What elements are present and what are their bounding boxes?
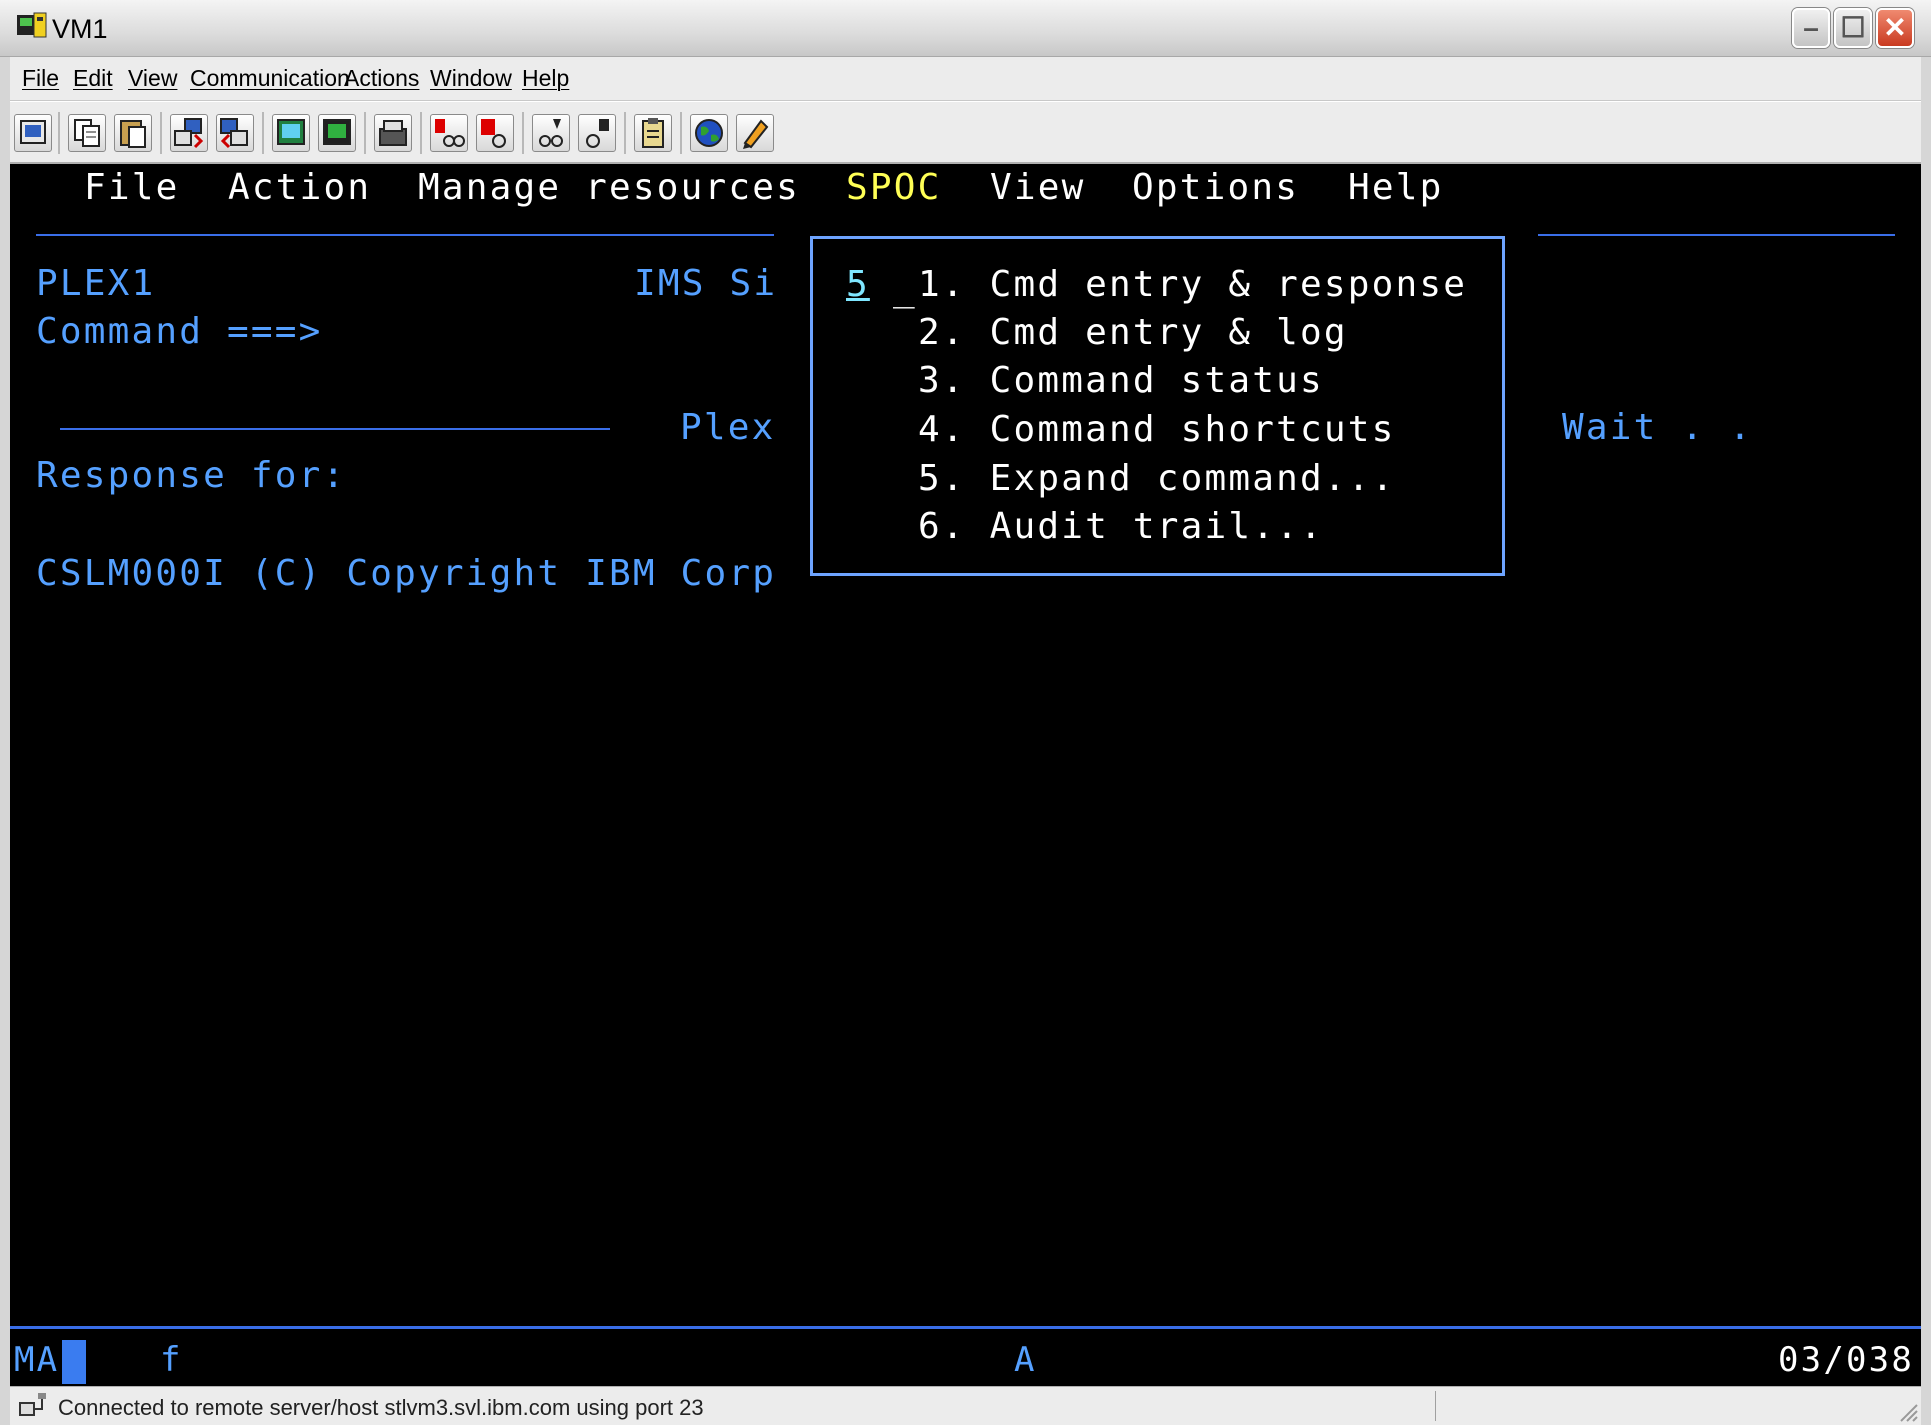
- globe-icon[interactable]: [690, 114, 728, 152]
- oia-session: A: [1014, 1340, 1037, 1380]
- menu-item-expand-command[interactable]: 5. Expand command...: [918, 457, 1395, 501]
- oia-cursor-block: [62, 1340, 86, 1384]
- selection-input[interactable]: 5: [846, 263, 870, 307]
- menu-window[interactable]: Window: [430, 65, 512, 92]
- copy-icon[interactable]: [68, 114, 106, 152]
- spoc-pulldown-menu: 5 _ 1. Cmd entry & response 2. Cmd entry…: [810, 236, 1505, 576]
- macro-icon[interactable]: [374, 114, 412, 152]
- status-pane: [1435, 1391, 1890, 1421]
- play-macro-icon[interactable]: [532, 114, 570, 152]
- menu-item-command-status[interactable]: 3. Command status: [918, 359, 1324, 403]
- action-bar-options[interactable]: Options: [1132, 166, 1299, 210]
- action-bar-view[interactable]: View: [990, 166, 1086, 210]
- toolbar-separator: [522, 112, 524, 154]
- title-bar: VM1 – ☐ ✕: [0, 0, 1931, 57]
- action-bar-file[interactable]: File: [84, 166, 180, 210]
- terminal-app-icon: [17, 12, 47, 38]
- window-frame-right: [1921, 57, 1931, 1425]
- status-bar: Connected to remote server/host stlvm3.s…: [10, 1386, 1921, 1425]
- maximize-button[interactable]: ☐: [1834, 8, 1872, 48]
- menu-item-command-shortcuts[interactable]: 4. Command shortcuts: [918, 408, 1395, 452]
- response-label: Response for:: [36, 455, 347, 496]
- oia-mode: MA: [14, 1340, 60, 1380]
- toolbar-separator: [624, 112, 626, 154]
- action-bar-separator: [1538, 234, 1895, 236]
- menu-item-cmd-entry-response[interactable]: 1. Cmd entry & response: [918, 263, 1467, 307]
- window-frame-left: [0, 57, 10, 1425]
- ims-label: IMS Si: [634, 263, 778, 304]
- send-file-icon[interactable]: [170, 114, 208, 152]
- display-icon[interactable]: [272, 114, 310, 152]
- toolbar-separator: [364, 112, 366, 154]
- plex-label: Plex: [680, 407, 776, 448]
- pause-macro-icon[interactable]: [578, 114, 616, 152]
- oia-indicator: f: [160, 1340, 183, 1380]
- menu-file[interactable]: File: [22, 65, 59, 92]
- wait-label: Wait . .: [1562, 407, 1753, 448]
- menu-edit[interactable]: Edit: [73, 65, 113, 92]
- connection-icon: [19, 1393, 46, 1416]
- record-macro-icon[interactable]: [430, 114, 468, 152]
- print-screen-icon[interactable]: [14, 114, 52, 152]
- action-bar-action[interactable]: Action: [228, 166, 371, 210]
- cursor: _: [893, 268, 917, 309]
- action-bar-spoc[interactable]: SPOC: [846, 166, 942, 210]
- menu-help[interactable]: Help: [522, 65, 569, 92]
- minimize-button[interactable]: –: [1792, 8, 1830, 48]
- receive-file-icon[interactable]: [216, 114, 254, 152]
- plex-id: PLEX1: [36, 263, 156, 304]
- toolbar: [10, 102, 1921, 164]
- paste-icon[interactable]: [114, 114, 152, 152]
- toolbar-separator: [680, 112, 682, 154]
- oia-separator: [10, 1326, 1921, 1329]
- keyboard-map-icon[interactable]: [318, 114, 356, 152]
- terminal-screen[interactable]: File Action Manage resources SPOC View O…: [10, 164, 1921, 1334]
- menu-item-audit-trail[interactable]: 6. Audit trail...: [918, 505, 1324, 549]
- toolbar-separator: [160, 112, 162, 154]
- edit-icon[interactable]: [736, 114, 774, 152]
- menu-bar: File Edit View Communication Actions Win…: [10, 57, 1921, 101]
- window-title: VM1: [52, 14, 108, 44]
- toolbar-separator: [420, 112, 422, 154]
- close-button[interactable]: ✕: [1876, 8, 1914, 48]
- action-bar-help[interactable]: Help: [1348, 166, 1444, 210]
- action-bar-manage-resources[interactable]: Manage resources: [418, 166, 800, 210]
- menu-item-cmd-entry-log[interactable]: 2. Cmd entry & log: [918, 311, 1348, 355]
- response-separator: [60, 428, 610, 430]
- toolbar-separator: [58, 112, 60, 154]
- copyright-line: CSLM000I (C) Copyright IBM Corp: [36, 553, 777, 594]
- menu-view[interactable]: View: [128, 65, 177, 92]
- stop-macro-icon[interactable]: [476, 114, 514, 152]
- resize-grip-icon[interactable]: [1895, 1399, 1919, 1423]
- menu-actions[interactable]: Actions: [344, 65, 419, 92]
- toolbar-separator: [262, 112, 264, 154]
- status-text: Connected to remote server/host stlvm3.s…: [58, 1395, 704, 1420]
- command-prompt: Command ===>: [36, 311, 323, 352]
- operator-info-area: MA f A 03/038: [10, 1334, 1921, 1386]
- clipboard-icon[interactable]: [634, 114, 672, 152]
- oia-cursor-position: 03/038: [1778, 1340, 1915, 1380]
- menu-communication[interactable]: Communication: [190, 65, 350, 92]
- action-bar-separator: [36, 234, 774, 236]
